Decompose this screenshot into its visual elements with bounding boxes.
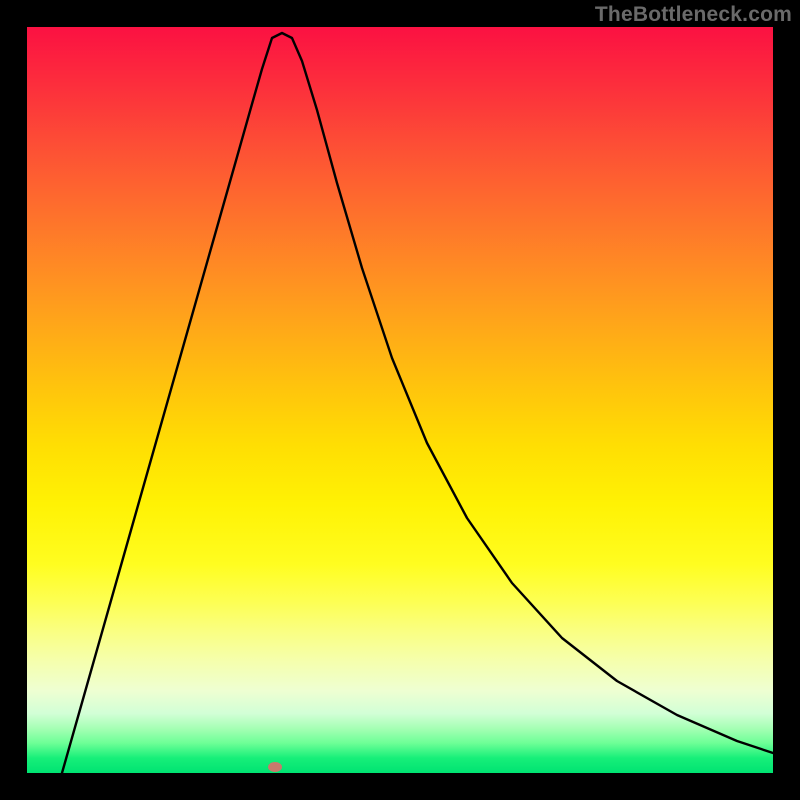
curve-path (62, 33, 773, 773)
optimal-point-dot (268, 762, 282, 772)
watermark-text: TheBottleneck.com (595, 3, 792, 27)
bottleneck-curve (27, 27, 773, 773)
chart-frame (27, 27, 773, 773)
